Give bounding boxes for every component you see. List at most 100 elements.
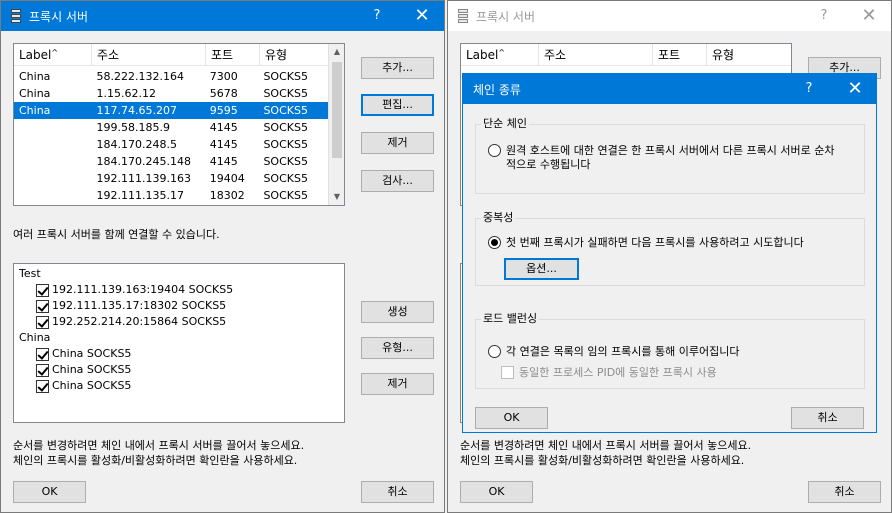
create-chain-button[interactable]: 생성 <box>361 301 434 323</box>
column-address[interactable]: 주소 <box>92 44 206 66</box>
check-button[interactable]: 검사... <box>361 170 434 192</box>
chain-group[interactable]: China <box>19 330 50 346</box>
table-row[interactable]: China 58.222.132.164 7300 SOCKS5 <box>14 68 328 85</box>
cell-address: 58.222.132.164 <box>96 70 184 83</box>
table-row[interactable]: China 117.74.65.207 9595 SOCKS5 <box>14 102 328 119</box>
simple-chain-text-line2: 적으로 수행됩니다 <box>506 158 591 171</box>
table-row[interactable]: 184.170.245.148 4145 SOCKS5 <box>14 153 328 170</box>
list-header: Label ^ 주소 포트 유형 <box>461 44 791 66</box>
window-title: 프록시 서버 <box>29 9 89 24</box>
window-title: 프록시 서버 <box>476 9 536 24</box>
table-row[interactable]: 199.58.185.9 4145 SOCKS5 <box>14 119 328 136</box>
chain-item[interactable]: 192.111.135.17:18302 SOCKS5 <box>36 298 226 314</box>
chain-tree[interactable]: Test 192.111.139.163:19404 SOCKS5 192.111.… <box>13 263 345 423</box>
dialog-title-bar[interactable]: 체인 종류 ? ✕ <box>463 74 876 104</box>
close-button[interactable]: ✕ <box>832 74 876 104</box>
chain-item-label: 192.252.214.20:15864 SOCKS5 <box>52 315 227 328</box>
list-scrollbar[interactable]: ▲ ▼ <box>328 44 344 205</box>
footer-hint-checkbox: 체인의 프록시를 활성화/비활성화하려면 확인란을 사용하세요. <box>13 454 298 467</box>
scroll-down-icon[interactable]: ▼ <box>329 189 344 205</box>
dialog-title: 체인 종류 <box>473 82 521 97</box>
ok-button[interactable]: OK <box>13 481 86 503</box>
chain-item-checkbox[interactable] <box>36 347 49 361</box>
cell-type: SOCKS5 <box>263 189 308 202</box>
cell-port: 4145 <box>209 155 238 168</box>
proxy-server-window: 프록시 서버 ? ✕ Label ^ 주소 포트 유형 China 58.222.1… <box>0 0 445 513</box>
proxy-list[interactable]: Label ^ 주소 포트 유형 China 58.222.132.164 7300 S… <box>13 43 345 206</box>
table-row[interactable]: 192.111.139.163 19404 SOCKS5 <box>14 170 328 187</box>
column-address[interactable]: 주소 <box>539 44 653 66</box>
add-button[interactable]: 추가... <box>361 57 434 79</box>
cancel-button[interactable]: 취소 <box>361 481 434 503</box>
table-row[interactable]: 192.111.135.17 18302 SOCKS5 <box>14 187 328 204</box>
cell-type: SOCKS5 <box>263 104 308 117</box>
scroll-thumb[interactable] <box>332 62 342 158</box>
simple-chain-radio[interactable] <box>488 144 501 157</box>
chain-item-checkbox[interactable] <box>36 283 49 297</box>
table-row[interactable]: 184.170.248.5 4145 SOCKS5 <box>14 136 328 153</box>
scroll-up-icon[interactable]: ▲ <box>329 44 344 60</box>
cell-port: 19404 <box>209 172 245 185</box>
chain-item-checkbox[interactable] <box>36 299 49 313</box>
edit-button[interactable]: 편집... <box>361 94 434 116</box>
redundancy-option[interactable]: 첫 번째 프록시가 실패하면 다음 프록시를 사용하려고 시도합니다 <box>488 236 804 250</box>
chain-item[interactable]: 192.111.139.163:19404 SOCKS5 <box>36 282 233 298</box>
remove-button[interactable]: 제거 <box>361 132 434 154</box>
column-type[interactable]: 유형 <box>260 44 330 66</box>
column-port[interactable]: 포트 <box>206 44 260 66</box>
dialog-cancel-button[interactable]: 취소 <box>791 407 864 429</box>
title-bar[interactable]: 프록시 서버 ? ✕ <box>1 1 444 31</box>
remove-chain-button[interactable]: 제거 <box>361 373 434 395</box>
chain-item-label: 192.111.135.17:18302 SOCKS5 <box>52 299 227 312</box>
chain-item[interactable]: 192.252.214.20:15864 SOCKS5 <box>36 314 226 330</box>
redundancy-heading: 중복성 <box>481 209 516 225</box>
column-type[interactable]: 유형 <box>707 44 777 66</box>
load-balancing-radio[interactable] <box>488 345 501 358</box>
footer-hint-drag: 순서를 변경하려면 체인 내에서 프록시 서버를 끌어서 놓으세요. <box>13 439 305 452</box>
cell-address: 199.58.185.9 <box>96 121 170 134</box>
ok-button[interactable]: OK <box>460 481 533 503</box>
simple-chain-heading: 단순 체인 <box>481 115 529 131</box>
column-label[interactable]: Label ^ <box>14 44 92 66</box>
cell-port: 5678 <box>209 87 238 100</box>
load-balancing-option[interactable]: 각 연결은 목록의 임의 프록시를 통해 이루어집니다 <box>488 345 740 359</box>
table-row[interactable]: China 1.15.62.12 5678 SOCKS5 <box>14 85 328 102</box>
cell-address: 1.15.62.12 <box>96 87 156 100</box>
cancel-button[interactable]: 취소 <box>808 481 881 503</box>
chain-group[interactable]: Test <box>19 266 41 282</box>
chain-hint: 여러 프록시 서버를 함께 연결할 수 있습니다. <box>13 228 220 241</box>
sort-asc-icon: ^ <box>498 48 506 57</box>
help-button[interactable]: ? <box>801 1 847 31</box>
close-button[interactable]: ✕ <box>399 1 444 31</box>
same-process-checkbox <box>501 366 514 379</box>
simple-chain-option[interactable]: 원격 호스트에 대한 연결은 한 프록시 서버에서 다른 프록시 서버로 순차 … <box>488 144 834 172</box>
help-button[interactable]: ? <box>786 74 832 104</box>
chain-item[interactable]: China SOCKS5 <box>36 346 131 362</box>
chain-item-checkbox[interactable] <box>36 363 49 377</box>
cell-address: 184.170.248.5 <box>96 138 177 151</box>
chain-item-label: China SOCKS5 <box>52 379 132 392</box>
chain-item-label: China SOCKS5 <box>52 347 132 360</box>
close-button[interactable]: ✕ <box>846 1 891 31</box>
cell-port: 7300 <box>209 70 238 83</box>
column-label[interactable]: Label ^ <box>461 44 539 66</box>
dialog-ok-button[interactable]: OK <box>475 407 548 429</box>
chain-type-button[interactable]: 유형... <box>361 337 434 359</box>
chain-item-checkbox[interactable] <box>36 315 49 329</box>
chain-type-dialog: 체인 종류 ? ✕ 단순 체인 원격 호스트에 대한 연결은 한 프록시 서버에… <box>462 73 877 433</box>
title-bar[interactable]: 프록시 서버 ? ✕ <box>448 1 891 31</box>
column-port[interactable]: 포트 <box>653 44 707 66</box>
chain-item[interactable]: China SOCKS5 <box>36 362 131 378</box>
cell-type: SOCKS5 <box>263 87 308 100</box>
cell-label <box>14 187 92 204</box>
chain-item-label: China SOCKS5 <box>52 363 132 376</box>
help-button[interactable]: ? <box>354 1 400 31</box>
options-button[interactable]: 옵션... <box>504 258 579 280</box>
chain-item-checkbox[interactable] <box>36 379 49 393</box>
redundancy-radio[interactable] <box>488 236 501 249</box>
cell-label <box>14 136 92 153</box>
redundancy-text: 첫 번째 프록시가 실패하면 다음 프록시를 사용하려고 시도합니다 <box>506 236 804 249</box>
chain-item[interactable]: China SOCKS5 <box>36 378 131 394</box>
sort-asc-icon: ^ <box>51 48 59 57</box>
load-balancing-text: 각 연결은 목록의 임의 프록시를 통해 이루어집니다 <box>506 345 740 358</box>
